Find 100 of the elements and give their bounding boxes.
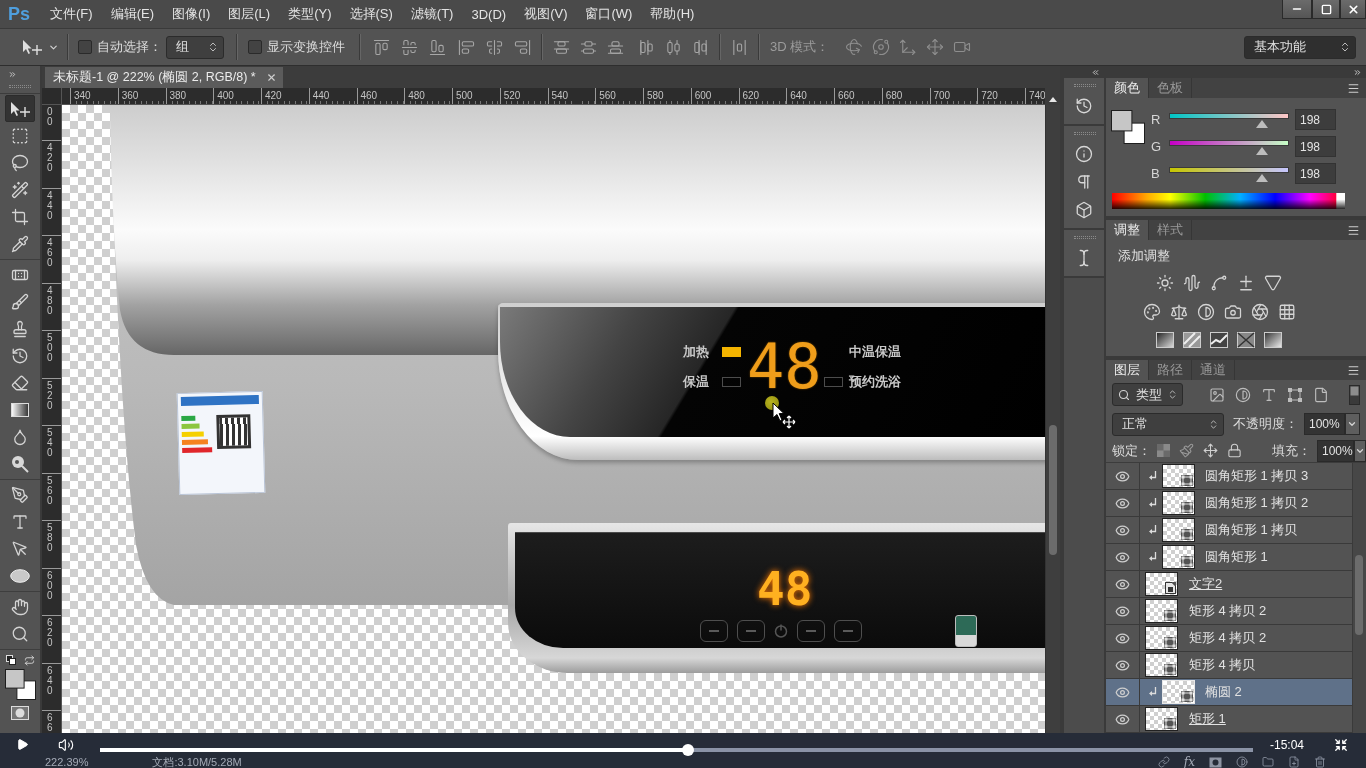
type-icon[interactable] xyxy=(11,512,29,531)
panel-tab[interactable]: 色板 xyxy=(1149,78,1192,98)
align-center-icon[interactable] xyxy=(486,38,503,56)
visibility-eye-icon[interactable] xyxy=(1115,657,1130,673)
expand-icon[interactable] xyxy=(1353,67,1362,77)
volume-icon[interactable] xyxy=(58,736,74,753)
pilcrow-icon[interactable] xyxy=(1075,173,1093,191)
close-button[interactable] xyxy=(1340,0,1366,19)
gradient-tile-icon[interactable] xyxy=(1264,332,1282,348)
effects-button[interactable]: fx xyxy=(1183,756,1195,768)
menu-item[interactable]: 3D(D) xyxy=(462,3,516,25)
zoom-icon[interactable] xyxy=(11,624,29,643)
visibility-eye-icon[interactable] xyxy=(1115,603,1130,619)
grid-icon[interactable] xyxy=(1277,303,1296,321)
expand-icon[interactable] xyxy=(8,70,17,79)
color-spectrum-bar[interactable] xyxy=(1112,193,1345,209)
toggle-switch-icon[interactable] xyxy=(1349,384,1360,405)
checkbox[interactable] xyxy=(78,40,92,54)
panel-menu-icon[interactable] xyxy=(1347,81,1360,95)
tool-button[interactable] xyxy=(5,95,35,122)
visibility-eye-icon[interactable] xyxy=(1115,684,1130,700)
cross-tile-icon[interactable] xyxy=(1237,332,1255,348)
menu-item[interactable]: 滤镜(T) xyxy=(401,2,463,26)
align-left-icon[interactable] xyxy=(458,38,475,56)
striped-tile-icon[interactable] xyxy=(1183,332,1201,348)
visibility-eye-icon[interactable] xyxy=(1115,495,1130,511)
visibility-eye-icon[interactable] xyxy=(1115,630,1130,646)
layer-row[interactable]: 文字2 xyxy=(1106,571,1352,598)
half-circle-icon[interactable] xyxy=(1235,386,1251,403)
move-arrow-icon[interactable] xyxy=(22,39,42,55)
menu-item[interactable]: 图像(I) xyxy=(163,2,220,26)
panel-tab[interactable]: 调整 xyxy=(1106,220,1149,240)
channel-value-field[interactable]: 198 xyxy=(1295,109,1336,130)
gradient-icon[interactable] xyxy=(11,402,29,417)
exit-fullscreen-icon[interactable] xyxy=(1334,737,1349,752)
slider-thumb[interactable] xyxy=(1255,119,1268,128)
visibility-eye-icon[interactable] xyxy=(1115,468,1130,484)
panel-tab[interactable]: 路径 xyxy=(1149,360,1192,380)
half-circle-icon[interactable] xyxy=(1196,303,1215,321)
panel-tab[interactable]: 图层 xyxy=(1106,360,1149,380)
document-tab[interactable]: 未标题-1 @ 222% (椭圆 2, RGB/8) * xyxy=(45,67,283,88)
shape-handles-icon[interactable] xyxy=(1287,386,1303,403)
brush-icon[interactable] xyxy=(11,292,29,311)
shaded-tile-icon[interactable] xyxy=(1156,332,1174,348)
scales-icon[interactable] xyxy=(1169,303,1188,321)
trash-icon[interactable] xyxy=(1314,756,1326,768)
image-icon[interactable] xyxy=(1209,386,1225,403)
distribute-center-icon[interactable] xyxy=(665,38,682,56)
panel-menu-icon[interactable] xyxy=(1347,223,1360,237)
channel-value-field[interactable]: 198 xyxy=(1295,163,1336,184)
channel-value-field[interactable]: 198 xyxy=(1295,136,1336,157)
curve-icon[interactable] xyxy=(1210,274,1228,292)
brush-icon[interactable] xyxy=(1179,443,1194,458)
menu-item[interactable]: 文件(F) xyxy=(41,2,102,26)
play-icon[interactable] xyxy=(16,738,29,751)
slider-thumb[interactable] xyxy=(1255,173,1268,182)
visibility-eye-icon[interactable] xyxy=(1115,576,1130,592)
distribute-left-icon[interactable] xyxy=(638,38,655,56)
mask-icon[interactable] xyxy=(1209,756,1222,768)
overlapping-squares-icon[interactable] xyxy=(6,655,16,665)
crop-icon[interactable] xyxy=(11,207,29,226)
filter-dropdown[interactable]: 类型 xyxy=(1112,383,1183,406)
eraser-icon[interactable] xyxy=(11,373,29,392)
maximize-button[interactable] xyxy=(1312,0,1340,19)
info-icon[interactable] xyxy=(1075,145,1093,163)
dropdown[interactable]: 组 xyxy=(166,35,224,59)
move-icon[interactable] xyxy=(1203,443,1218,458)
checkbox[interactable] xyxy=(248,40,262,54)
close-icon[interactable] xyxy=(266,72,277,83)
history-icon[interactable] xyxy=(11,346,29,365)
panel-tab[interactable]: 通道 xyxy=(1192,360,1235,380)
pipette-icon[interactable] xyxy=(11,234,29,253)
checker-square-icon[interactable] xyxy=(1157,444,1170,457)
dashed-square-icon[interactable] xyxy=(11,126,29,145)
stamp-icon[interactable] xyxy=(11,319,29,338)
menu-item[interactable]: 帮助(H) xyxy=(641,2,704,26)
file-plus-icon[interactable] xyxy=(1288,756,1300,768)
layer-row[interactable]: 矩形 4 拷贝 2 xyxy=(1106,598,1352,625)
file-icon[interactable] xyxy=(1313,386,1329,403)
panel-tab[interactable]: 颜色 xyxy=(1106,78,1149,98)
swap-arrows-icon[interactable] xyxy=(24,655,35,666)
magic-wand-icon[interactable] xyxy=(11,180,29,199)
pointer-icon[interactable] xyxy=(11,539,29,558)
pen-nib-icon[interactable] xyxy=(11,485,29,504)
menu-item[interactable]: 视图(V) xyxy=(515,2,577,26)
line-chart-tile-icon[interactable] xyxy=(1210,332,1228,348)
menu-item[interactable]: 图层(L) xyxy=(219,2,280,26)
palette-icon[interactable] xyxy=(1142,303,1161,321)
panel-tab[interactable]: 样式 xyxy=(1149,220,1192,240)
hand-icon[interactable] xyxy=(11,597,29,616)
history-icon[interactable] xyxy=(1075,97,1093,115)
color-swatches-icon[interactable] xyxy=(1111,110,1145,144)
blend-mode-dropdown[interactable]: 正常 xyxy=(1112,412,1224,436)
sun-icon[interactable] xyxy=(1156,274,1174,292)
layer-row[interactable]: 圆角矩形 1 拷贝 2 xyxy=(1106,490,1352,517)
slider-thumb[interactable] xyxy=(1255,146,1268,155)
half-circle-icon[interactable] xyxy=(1236,756,1248,768)
scrollbar-thumb[interactable] xyxy=(1049,425,1057,555)
fill-field[interactable]: 100% xyxy=(1317,439,1354,462)
scroll-up-icon[interactable] xyxy=(1048,97,1057,102)
